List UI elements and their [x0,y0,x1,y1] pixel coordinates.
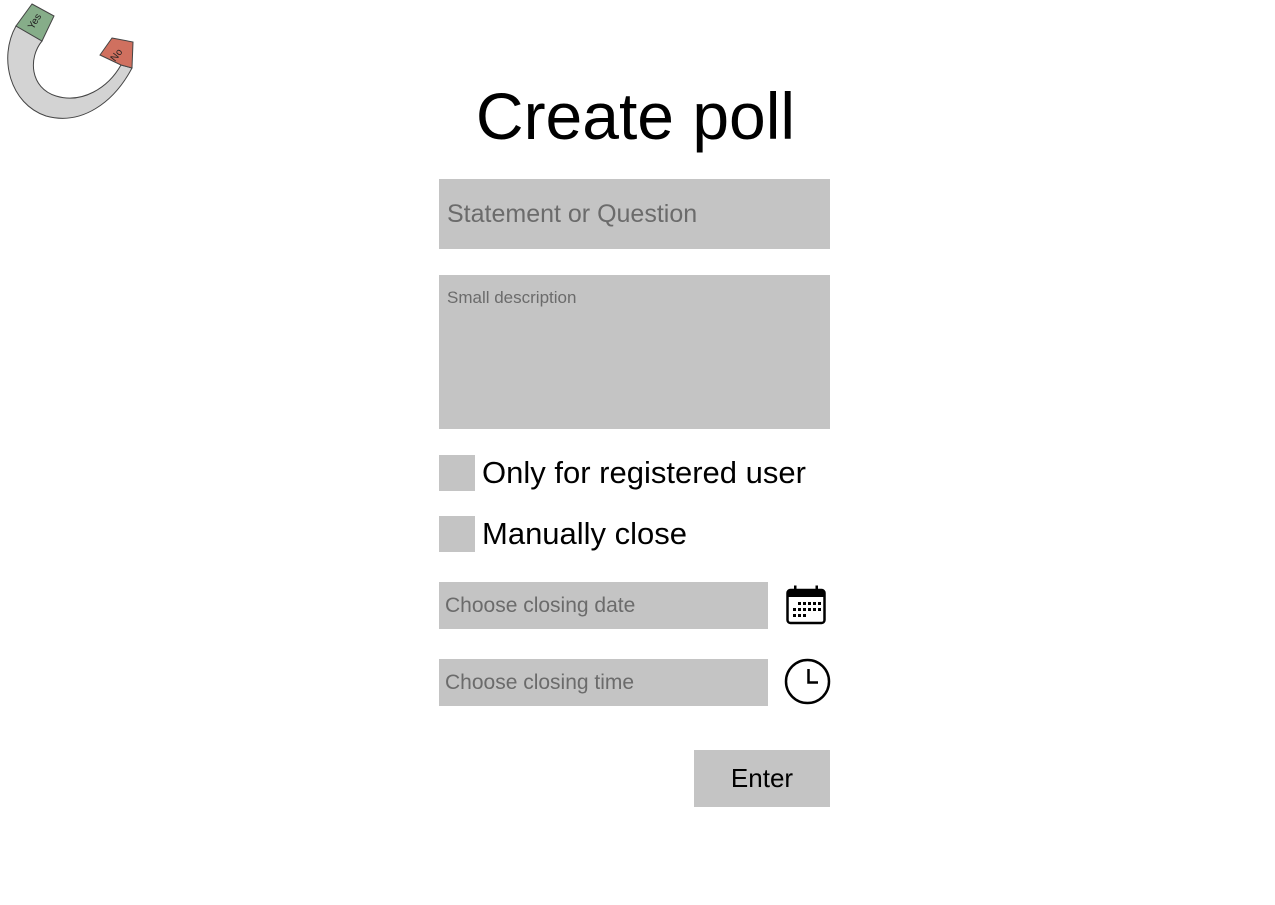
question-input[interactable] [439,179,830,249]
closing-date-input[interactable] [439,582,768,629]
manual-close-checkbox[interactable] [439,516,475,552]
manual-close-option: Manually close [439,516,687,552]
clock-icon[interactable] [784,658,831,705]
registered-only-label: Only for registered user [482,455,806,490]
page-title: Create poll [475,79,796,153]
description-textarea[interactable] [439,275,830,429]
manual-close-label: Manually close [482,516,688,551]
calendar-icon[interactable] [785,584,827,626]
enter-button[interactable]: Enter [694,750,830,807]
closing-time-input[interactable] [439,659,768,706]
registered-only-checkbox[interactable] [439,455,475,491]
registered-only-option: Only for registered user [439,455,806,491]
